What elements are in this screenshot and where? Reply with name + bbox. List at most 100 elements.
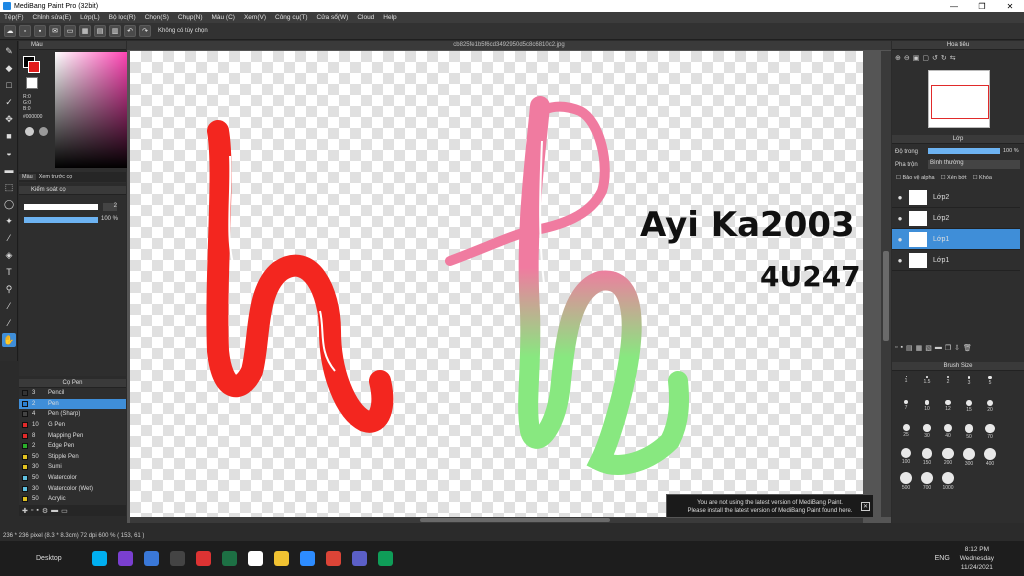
- menu-select[interactable]: Chọn(S): [145, 14, 169, 21]
- pen-list-item[interactable]: 2 Edge Pen: [19, 441, 126, 452]
- eraser-tool-icon[interactable]: ◆: [2, 61, 16, 75]
- brush-size-option[interactable]: 400: [980, 448, 1000, 467]
- layout-alt-icon[interactable]: ▥: [109, 25, 121, 37]
- brush-size-option[interactable]: 500: [896, 472, 916, 491]
- app-dark-icon[interactable]: [169, 551, 185, 566]
- brush-size-option[interactable]: 1: [896, 376, 916, 384]
- brush-size-value[interactable]: 2: [103, 203, 117, 211]
- zoom-out-icon[interactable]: ⊖: [904, 54, 910, 64]
- add-text-layer-icon[interactable]: ▧: [925, 344, 932, 352]
- add-raster-layer-icon[interactable]: ▪: [900, 344, 902, 352]
- new-brush-icon[interactable]: ▫: [31, 507, 33, 514]
- divide-tool-icon[interactable]: ⚲: [2, 282, 16, 296]
- saturation-value-picker[interactable]: [55, 52, 129, 168]
- app-purple-icon[interactable]: [117, 551, 133, 566]
- brush-size-option[interactable]: 300: [959, 448, 979, 467]
- text-tool-icon[interactable]: T: [2, 265, 16, 279]
- menu-filter[interactable]: Bộ lọc(R): [109, 14, 136, 21]
- brush-size-option[interactable]: 7: [896, 400, 916, 411]
- layer-row[interactable]: ● Lớp2: [892, 187, 1020, 208]
- menu-edit[interactable]: Chỉnh sửa(E): [33, 14, 72, 21]
- add-layer-icon[interactable]: ▫: [895, 344, 897, 352]
- pen-list-item[interactable]: 4 Pen (Sharp): [19, 409, 126, 420]
- notice-line-2[interactable]: Please install the latest version of Med…: [667, 507, 873, 515]
- delete-layer-icon[interactable]: 🗑: [963, 344, 972, 352]
- menu-cloud[interactable]: Cloud: [357, 14, 374, 21]
- pen-list-item[interactable]: 30 Watercolor (Wet): [19, 483, 126, 494]
- magic-wand-icon[interactable]: ✦: [2, 214, 16, 228]
- menu-view[interactable]: Xem(V): [244, 14, 266, 21]
- shape-tool-icon[interactable]: □: [2, 78, 16, 92]
- lasso-tool-icon[interactable]: ◯: [2, 197, 16, 211]
- vertical-scrollbar[interactable]: [881, 51, 891, 517]
- pen-list-item[interactable]: 50 Acrylic: [19, 494, 126, 505]
- tray-clock[interactable]: 8:12 PM Wednesday 11/24/2021: [960, 545, 994, 572]
- drawing-canvas[interactable]: Ayi Ka2003 4U247: [130, 51, 863, 517]
- navigator-viewport-frame[interactable]: [931, 85, 989, 119]
- fit-icon[interactable]: ▣: [913, 54, 920, 64]
- lock-checkbox[interactable]: ☐ Khóa: [973, 175, 992, 181]
- rect-tool-icon[interactable]: ■: [2, 129, 16, 143]
- teams-icon[interactable]: [351, 551, 367, 566]
- eyedropper-icon[interactable]: ⁄: [2, 299, 16, 313]
- menu-window[interactable]: Cửa sổ(W): [317, 14, 349, 21]
- medibang-icon[interactable]: [247, 551, 263, 566]
- visibility-eye-icon[interactable]: ●: [895, 214, 905, 223]
- tab-brush-preview[interactable]: Xem trước cọ: [36, 174, 76, 180]
- brush-opacity-slider[interactable]: [24, 217, 98, 223]
- menu-snap[interactable]: Chụp(N): [178, 14, 203, 21]
- color-settings-icon[interactable]: [39, 127, 48, 136]
- undo-icon[interactable]: ↶: [124, 25, 136, 37]
- wifi-app-icon[interactable]: [195, 551, 211, 566]
- brush-options-icon[interactable]: ▪: [36, 507, 38, 514]
- select-pen-icon[interactable]: ✓: [2, 95, 16, 109]
- layer-row[interactable]: ● Lớp1: [892, 250, 1020, 271]
- transparent-color-swatch[interactable]: [26, 77, 38, 89]
- flip-icon[interactable]: ⇆: [950, 54, 956, 64]
- pen-list-item[interactable]: 8 Mapping Pen: [19, 430, 126, 441]
- restore-button[interactable]: ❐: [968, 2, 996, 11]
- layout-icon[interactable]: ▭: [64, 25, 76, 37]
- pen-list-item[interactable]: 50 Stipple Pen: [19, 452, 126, 463]
- chrome-icon[interactable]: [325, 551, 341, 566]
- brush-size-option[interactable]: 700: [917, 472, 937, 491]
- clipping-checkbox[interactable]: ☐ Xén bớt: [941, 175, 967, 181]
- folder-icon[interactable]: ▬: [935, 344, 942, 352]
- brush-size-option[interactable]: 10: [917, 400, 937, 412]
- pen-list-item[interactable]: 50 Watercolor: [19, 473, 126, 484]
- brush-size-option[interactable]: 40: [938, 424, 958, 439]
- visibility-eye-icon[interactable]: ●: [895, 235, 905, 244]
- menu-layer[interactable]: Lớp(L): [80, 14, 99, 21]
- pen-list-item[interactable]: 3 Pencil: [19, 388, 126, 399]
- brush-size-option[interactable]: 1.5: [917, 376, 937, 385]
- delete-brush-icon[interactable]: ▭: [61, 507, 68, 515]
- horizontal-scroll-thumb[interactable]: [420, 518, 610, 522]
- desktop-label[interactable]: Desktop: [36, 555, 62, 562]
- rotate-left-icon[interactable]: ↺: [932, 54, 938, 64]
- comment-icon[interactable]: ✉: [49, 25, 61, 37]
- select-eraser-icon[interactable]: ◈: [2, 248, 16, 262]
- close-notice-icon[interactable]: ✕: [861, 502, 870, 511]
- brush-size-option[interactable]: 200: [938, 448, 958, 466]
- layer-opacity-slider[interactable]: [928, 148, 1000, 154]
- brush-size-option[interactable]: 3: [959, 376, 979, 386]
- brush-size-option[interactable]: 1000: [938, 472, 958, 491]
- actual-size-icon[interactable]: ▢: [922, 54, 929, 64]
- pen-list-item[interactable]: 30 Sumi: [19, 462, 126, 473]
- fill-tool-icon[interactable]: ◒: [2, 146, 16, 160]
- zoom-in-icon[interactable]: ⊕: [895, 54, 901, 64]
- menu-help[interactable]: Help: [383, 14, 396, 21]
- visibility-eye-icon[interactable]: ●: [895, 193, 905, 202]
- skype-icon[interactable]: [91, 551, 107, 566]
- duplicate-layer-icon[interactable]: ❐: [945, 344, 951, 352]
- brush-settings-icon[interactable]: ⚙: [42, 507, 48, 515]
- brush-size-option[interactable]: 150: [917, 448, 937, 466]
- minimize-button[interactable]: —: [940, 2, 968, 11]
- chrome-alt-icon[interactable]: [377, 551, 393, 566]
- brush-size-option[interactable]: 25: [896, 424, 916, 438]
- layer-row[interactable]: ● Lớp1: [892, 229, 1020, 250]
- blend-mode-select[interactable]: Bình thường: [928, 160, 1020, 169]
- menu-file[interactable]: Tệp(F): [4, 14, 24, 21]
- layer-row[interactable]: ● Lớp2: [892, 208, 1020, 229]
- select-brush-icon[interactable]: ⁄: [2, 231, 16, 245]
